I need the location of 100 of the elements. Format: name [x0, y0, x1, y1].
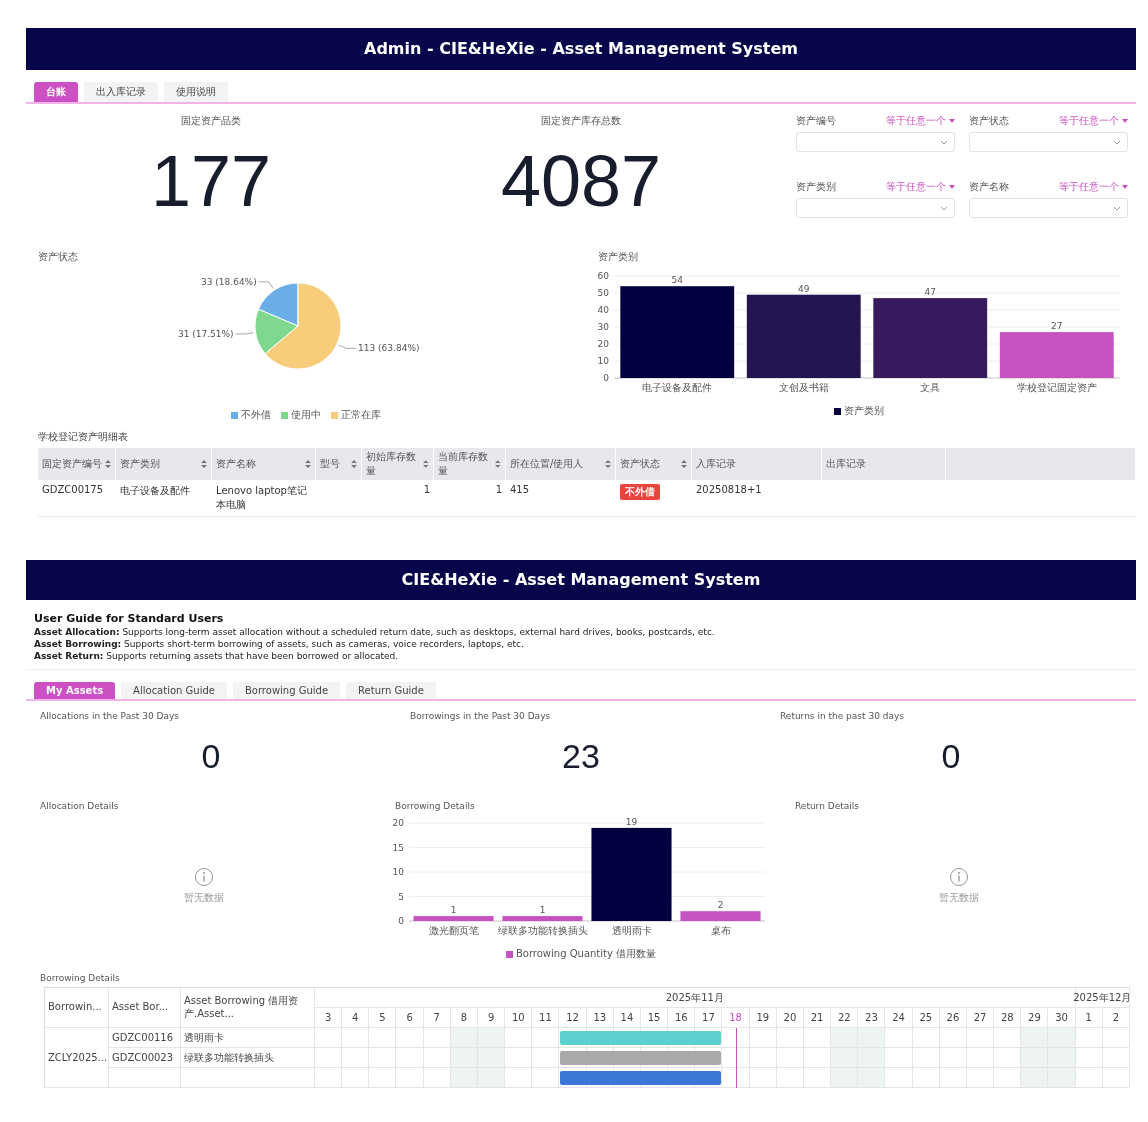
legend-swatch	[331, 411, 338, 419]
stat-value: 4087	[500, 140, 662, 222]
day-header: 15	[641, 1008, 669, 1028]
tab[interactable]: My Assets	[34, 682, 116, 699]
axis-label: 50	[597, 288, 609, 298]
value-label: 1	[539, 905, 546, 916]
legend-label: 使用中	[291, 408, 321, 422]
column-header[interactable]: 入库记录	[692, 448, 822, 480]
axis-label: 激光翻页笔	[428, 925, 479, 936]
column-header[interactable]: Borrowin...	[45, 988, 109, 1028]
tab[interactable]: 出入库记录	[84, 82, 158, 102]
axis-label: 30	[597, 322, 609, 332]
column-header[interactable]: 所在位置/使用人	[506, 448, 616, 480]
today-line	[735, 1028, 737, 1088]
day-header: 10	[505, 1008, 533, 1028]
sort-icon	[423, 460, 429, 468]
sort-icon	[351, 460, 357, 468]
axis-label: 10	[392, 867, 404, 877]
axis-label: 0	[398, 916, 404, 926]
axis-label: 学校登记固定资产	[1016, 382, 1097, 393]
chevron-down-icon	[940, 139, 948, 145]
stat-value: 177	[150, 140, 272, 222]
gantt-bar[interactable]	[560, 1031, 722, 1045]
axis-label: 文创及书籍	[778, 382, 829, 393]
stat-label: Returns in the past 30 days	[779, 711, 905, 721]
column-header[interactable]: Asset Borrowing 借用资产.Asset...	[181, 988, 315, 1028]
axis-label: 40	[597, 305, 609, 315]
column-header[interactable]: 资产状态	[616, 448, 692, 480]
sort-icon	[305, 460, 311, 468]
operator-dropdown[interactable]: 等于任意一个	[886, 114, 955, 128]
section-title: Borrowing Details	[40, 973, 121, 983]
operator-dropdown[interactable]: 等于任意一个	[886, 180, 955, 194]
value-label: 47	[924, 287, 936, 298]
value-label: 2	[717, 900, 724, 911]
table-cell: 1	[434, 480, 506, 517]
column-header[interactable]: 固定资产编号	[38, 448, 116, 480]
column-header-text: 资产名称	[216, 457, 256, 471]
sort-icon	[495, 460, 501, 468]
tab[interactable]: 台账	[34, 82, 78, 102]
legend-label: 资产类别	[843, 404, 884, 418]
day-header: 7	[423, 1008, 451, 1028]
table-cell: 1	[362, 480, 434, 517]
gantt-bar[interactable]	[560, 1071, 722, 1085]
gantt-bar[interactable]	[560, 1051, 722, 1065]
sort-icon	[605, 460, 611, 468]
select-field[interactable]	[796, 198, 955, 218]
table-cell: ZCLY2025...	[45, 1028, 109, 1088]
table-cell: GDZC00023	[109, 1048, 181, 1068]
table-cell: GDZC00175	[38, 480, 116, 517]
tab[interactable]: 使用说明	[164, 82, 228, 102]
table-cell: 20250818+1	[692, 480, 822, 517]
chart-title: Return Details	[794, 801, 860, 811]
table-title: 学校登记资产明细表	[38, 430, 129, 444]
leader-line	[258, 281, 274, 289]
stat-value: 0	[940, 737, 962, 776]
table-cell: 透明雨卡	[181, 1028, 315, 1048]
stat-value: 23	[561, 737, 601, 776]
select-field[interactable]	[796, 132, 955, 152]
column-header-text: 资产类别	[120, 457, 160, 471]
tab[interactable]: Return Guide	[346, 682, 436, 699]
day-header: 26	[939, 1008, 967, 1028]
operator-dropdown[interactable]: 等于任意一个	[1059, 114, 1128, 128]
column-header[interactable]: Asset Bor...	[109, 988, 181, 1028]
table-cell: GDZC00116	[109, 1028, 181, 1048]
axis-label: 10	[597, 356, 609, 366]
chevron-down-icon	[1113, 139, 1121, 145]
axis-label: 60	[597, 271, 609, 281]
window-title: CIE&HeXie - Asset Management System	[26, 560, 1136, 600]
caret-icon	[1122, 184, 1128, 190]
filter-label: 资产编号	[796, 114, 836, 128]
column-header[interactable]: 初始库存数量	[362, 448, 434, 480]
column-header[interactable]: 当前库存数量	[434, 448, 506, 480]
column-header-text: 所在位置/使用人	[510, 457, 584, 471]
day-header: 18	[722, 1008, 750, 1028]
caret-icon	[949, 118, 955, 124]
stat-label: 固定资产库存总数	[541, 114, 621, 128]
sort-icon	[105, 460, 111, 468]
column-header[interactable]: 资产类别	[116, 448, 212, 480]
select-field[interactable]	[969, 198, 1128, 218]
column-header[interactable]: 资产名称	[212, 448, 316, 480]
select-field[interactable]	[969, 132, 1128, 152]
caret-icon	[949, 184, 955, 190]
axis-label: 20	[597, 339, 609, 349]
column-header[interactable]: 出库记录	[822, 448, 946, 480]
day-header: 11	[532, 1008, 560, 1028]
grid-cell	[109, 1068, 181, 1088]
axis-label: 透明雨卡	[611, 925, 652, 936]
chevron-down-icon	[1113, 205, 1121, 211]
tab[interactable]: Borrowing Guide	[232, 682, 341, 699]
day-header: 24	[885, 1008, 913, 1028]
tab[interactable]: Allocation Guide	[121, 682, 227, 699]
chart-title: 资产类别	[597, 250, 639, 264]
table-cell: 415	[506, 480, 616, 517]
empty-message: 暂无数据	[938, 891, 979, 905]
stat-value: 0	[200, 737, 222, 776]
value-label: 1	[450, 905, 457, 916]
operator-dropdown[interactable]: 等于任意一个	[1059, 180, 1128, 194]
stat-label: Borrowings in the Past 30 Days	[409, 711, 552, 721]
day-header: 3	[315, 1008, 343, 1028]
column-header[interactable]: 型号	[316, 448, 362, 480]
